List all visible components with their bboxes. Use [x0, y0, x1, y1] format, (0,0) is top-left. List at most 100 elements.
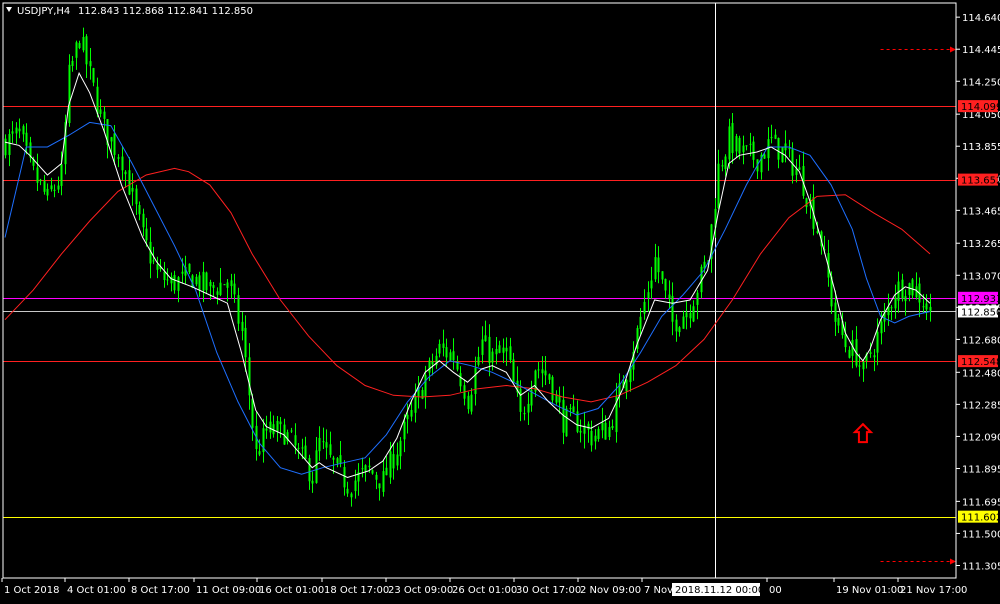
candle-body [75, 42, 78, 58]
candle-body [265, 428, 268, 431]
candle-body [745, 145, 748, 147]
candle-body [15, 127, 18, 134]
chart-area[interactable]: 114.640114.445114.250114.050113.855113.6… [0, 0, 1000, 600]
candle-body [724, 156, 727, 170]
candle-body [279, 421, 282, 425]
candle-body [509, 346, 512, 360]
candle-body [929, 306, 932, 311]
price-tick-label: 111.305 [962, 561, 1000, 572]
candle-body [452, 351, 455, 361]
candle-body [216, 291, 219, 295]
time-tick-label: 30 Oct 17:00 [516, 585, 581, 596]
candle-body [608, 427, 611, 437]
time-tick-label: 2 Nov 09:00 [580, 585, 641, 596]
candle-body [410, 410, 413, 417]
price-chart[interactable]: 114.640114.445114.250114.050113.855113.6… [0, 0, 1000, 600]
candle-body [428, 360, 431, 373]
price-tick-label: 111.695 [962, 497, 1000, 508]
candle-body [495, 348, 498, 355]
candle-body [368, 465, 371, 468]
candle-body [43, 181, 46, 192]
candle-body [290, 430, 293, 432]
candle-body [752, 141, 755, 160]
time-tick-label: 16 Oct 01:00 [259, 585, 324, 596]
candle-body [661, 271, 664, 280]
candle-body [922, 306, 925, 308]
candle-body [4, 138, 7, 156]
candle-body [880, 321, 883, 334]
candle-body [233, 283, 236, 295]
price-tick-label: 114.445 [962, 45, 1000, 56]
candle-body [442, 343, 445, 348]
candle-body [276, 420, 279, 432]
candle-body [770, 137, 773, 139]
candle-body [548, 374, 551, 380]
candle-body [908, 283, 911, 296]
candle-body [647, 292, 650, 299]
candle-body [53, 189, 56, 191]
candle-body [371, 470, 374, 474]
candle-body [385, 467, 388, 476]
candle-body [597, 428, 600, 439]
candle-body [675, 319, 678, 332]
candle-body [671, 295, 674, 322]
candle-body [692, 306, 695, 322]
candle-body [590, 430, 593, 446]
candle-body [484, 335, 487, 342]
candle-body [329, 444, 332, 455]
candle-body [301, 447, 304, 449]
candle-body [315, 450, 318, 483]
candle-body [230, 280, 233, 287]
candle-body [202, 271, 205, 291]
candle-body [237, 295, 240, 324]
candle-body [537, 369, 540, 371]
price-tick-label: 111.500 [962, 529, 1000, 540]
candle-body [731, 123, 734, 154]
candle-body [477, 356, 480, 365]
candle-body [89, 61, 92, 67]
candle-body [639, 316, 642, 329]
candle-body [438, 343, 441, 354]
level-badge-label: 111.602 [961, 513, 1000, 524]
candle-body [594, 435, 597, 442]
candle-body [156, 264, 159, 270]
candle-body [392, 454, 395, 469]
price-tick-label: 113.265 [962, 239, 1000, 250]
candle-body [512, 359, 515, 383]
candle-body [25, 132, 28, 146]
candle-body [22, 126, 25, 135]
candle-body [364, 465, 367, 471]
candle-body [470, 394, 473, 412]
candle-body [685, 312, 688, 318]
candle-body [258, 451, 261, 455]
candle-body [569, 408, 572, 410]
candle-body [781, 147, 784, 163]
candle-body [498, 345, 501, 353]
candle-body [657, 257, 660, 273]
candle-body [459, 373, 462, 387]
time-tick-label: 00 [769, 585, 782, 596]
crosshair-time-label: 2018.11.12 00:00 [675, 585, 764, 596]
candle-body [226, 282, 229, 288]
current-price-label: 112.850 [961, 307, 1000, 318]
chart-background [0, 0, 1000, 600]
chart-header: USDJPY,H4 112.843 112.868 112.841 112.85… [6, 6, 253, 17]
price-tick-label: 113.465 [962, 206, 1000, 217]
candle-body [834, 302, 837, 322]
candle-body [682, 316, 685, 329]
time-tick-label: 21 Nov 17:00 [900, 585, 967, 596]
time-tick-label: 4 Oct 01:00 [67, 585, 126, 596]
candle-body [60, 164, 63, 186]
candle-body [558, 395, 561, 403]
candle-body [166, 279, 169, 281]
candle-body [890, 307, 893, 309]
candle-body [343, 467, 346, 488]
candle-body [188, 263, 191, 273]
candle-body [403, 421, 406, 440]
candle-body [195, 276, 198, 285]
candle-body [837, 317, 840, 326]
price-tick-label: 112.480 [962, 368, 1000, 379]
candle-body [611, 425, 614, 429]
candle-body [396, 454, 399, 466]
candle-body [212, 285, 215, 288]
